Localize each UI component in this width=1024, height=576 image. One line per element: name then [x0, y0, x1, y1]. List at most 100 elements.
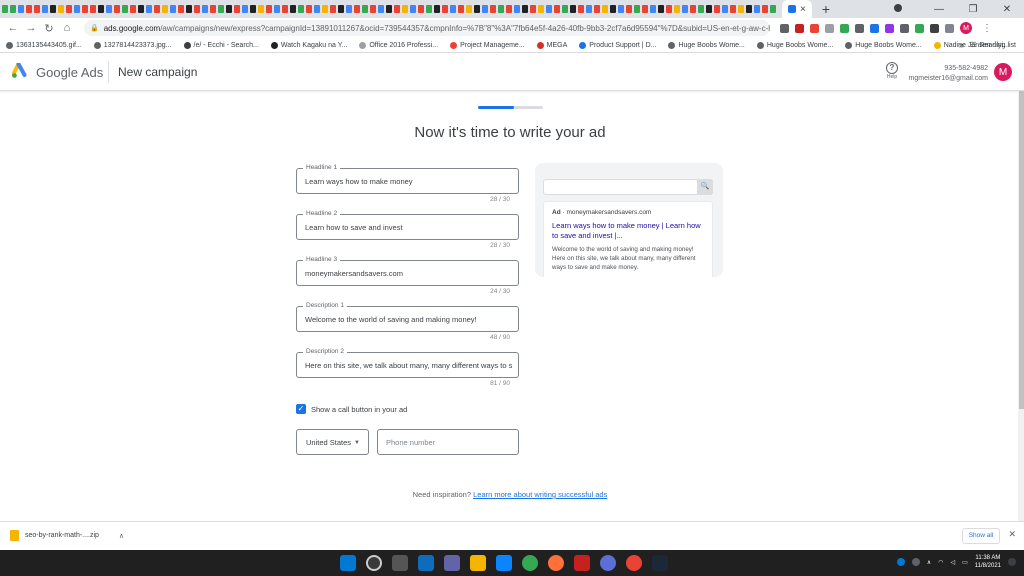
checkbox-checked-icon[interactable]: ✓ [296, 404, 306, 414]
tab-favicon[interactable] [186, 5, 192, 13]
tab-favicon[interactable] [418, 5, 424, 13]
edge-tray-icon[interactable] [896, 558, 905, 566]
account-avatar[interactable]: M [994, 63, 1012, 81]
search-icon[interactable] [366, 555, 382, 571]
minimize-icon[interactable]: — [922, 4, 956, 15]
tab-favicon[interactable] [722, 5, 728, 13]
tab-favicon[interactable] [746, 5, 752, 13]
task-view-icon[interactable] [392, 555, 408, 571]
tab-favicon[interactable] [346, 5, 352, 13]
extension-icon[interactable] [810, 23, 819, 33]
tab-favicon[interactable] [314, 5, 320, 13]
description-2-field[interactable]: Description 2 Here on this site, we talk… [296, 348, 519, 378]
tab-favicon[interactable] [442, 5, 448, 13]
pdf-reader-icon[interactable] [574, 555, 590, 571]
help-button[interactable]: ? Help [886, 62, 898, 80]
bookmark-item[interactable]: 1327814423373.jpg... [93, 41, 172, 49]
tab-favicon[interactable] [554, 5, 560, 13]
steam-icon[interactable] [652, 555, 668, 571]
extension-icon[interactable] [900, 23, 909, 33]
tab-favicon[interactable] [602, 5, 608, 13]
tab-favicon[interactable] [178, 5, 184, 13]
extension-icon[interactable] [915, 23, 924, 33]
profile-avatar[interactable]: M [960, 22, 972, 34]
tab-favicon[interactable] [26, 5, 32, 13]
tab-favicon[interactable] [290, 5, 296, 13]
tab-favicon[interactable] [634, 5, 640, 13]
field-value[interactable]: Welcome to the world of saving and makin… [305, 315, 514, 324]
chrome-profile-icon[interactable] [626, 555, 642, 571]
bookmark-item[interactable]: 1363135443405.gif... [6, 41, 82, 49]
tab-favicon[interactable] [378, 5, 384, 13]
field-value[interactable]: Here on this site, we talk about many, m… [305, 361, 514, 370]
writing-tips-link[interactable]: Learn more about writing successful ads [473, 490, 607, 499]
tab-favicon[interactable] [370, 5, 376, 13]
extension-icon[interactable] [825, 23, 834, 33]
app-icon[interactable] [600, 555, 616, 571]
tab-favicon[interactable] [434, 5, 440, 13]
bookmark-item[interactable]: Watch Kagaku na Y... [270, 41, 347, 49]
tab-favicon[interactable] [226, 5, 232, 13]
tab-favicon[interactable] [522, 5, 528, 13]
tab-favicon[interactable] [594, 5, 600, 13]
download-item[interactable]: seo-by-rank-math-....zip ∧ [10, 530, 124, 541]
brand-name[interactable]: Google Ads [36, 65, 103, 80]
home-icon[interactable]: ⌂ [58, 22, 76, 34]
tab-favicon[interactable] [170, 5, 176, 13]
tab-favicon[interactable] [122, 5, 128, 13]
bookmark-item[interactable]: Product Support | D... [579, 41, 656, 49]
volume-icon[interactable]: ◁ [950, 559, 955, 566]
tab-favicon[interactable] [458, 5, 464, 13]
extension-icon[interactable] [840, 23, 849, 33]
tab-favicon[interactable] [562, 5, 568, 13]
extensions-puzzle-icon[interactable] [930, 23, 939, 33]
browser-menu-icon[interactable]: ⋮ [982, 23, 992, 34]
tab-favicon[interactable] [666, 5, 672, 13]
tab-favicon[interactable] [690, 5, 696, 13]
reading-list-button[interactable]: ☰ Reading list [970, 41, 1016, 50]
tab-favicon[interactable] [330, 5, 336, 13]
tab-favicon[interactable] [266, 5, 272, 13]
tab-favicon[interactable] [10, 5, 16, 13]
tab-favicon[interactable] [202, 5, 208, 13]
teams-chat-icon[interactable] [444, 555, 460, 571]
headline-1-field[interactable]: Headline 1 Learn ways how to make money [296, 164, 519, 194]
tab-favicon[interactable] [66, 5, 72, 13]
tab-favicon[interactable] [626, 5, 632, 13]
tab-favicon[interactable] [682, 5, 688, 13]
tab-favicon[interactable] [146, 5, 152, 13]
tab-favicon[interactable] [194, 5, 200, 13]
close-window-icon[interactable]: ✕ [990, 4, 1024, 15]
notification-icon[interactable] [1008, 558, 1016, 566]
active-tab[interactable]: × [782, 0, 812, 18]
mail-icon[interactable] [496, 555, 512, 571]
tab-favicon[interactable] [754, 5, 760, 13]
system-clock[interactable]: 11:38 AM 11/8/2021 [975, 554, 1001, 570]
tab-favicon[interactable] [282, 5, 288, 13]
tab-favicon[interactable] [642, 5, 648, 13]
checkbox-label[interactable]: Show a call button in your ad [311, 405, 407, 414]
tab-favicon[interactable] [730, 5, 736, 13]
windows-start-icon[interactable] [340, 555, 356, 571]
firefox-icon[interactable] [548, 555, 564, 571]
tab-favicon[interactable] [274, 5, 280, 13]
tab-favicon[interactable] [90, 5, 96, 13]
tab-favicon[interactable] [34, 5, 40, 13]
back-icon[interactable]: ← [4, 22, 22, 34]
tab-favicon[interactable] [106, 5, 112, 13]
tab-favicon[interactable] [42, 5, 48, 13]
battery-icon[interactable]: ▭ [962, 559, 968, 566]
tab-favicon[interactable] [218, 5, 224, 13]
headline-2-field[interactable]: Headline 2 Learn how to save and invest [296, 210, 519, 240]
tab-favicon[interactable] [130, 5, 136, 13]
bookmark-item[interactable]: Huge Boobs Wome... [756, 41, 833, 49]
tab-favicon[interactable] [402, 5, 408, 13]
account-info[interactable]: 935-582-4982 mgmeister16@gmail.com [909, 64, 988, 84]
tab-favicon[interactable] [506, 5, 512, 13]
tab-favicon[interactable] [2, 5, 8, 13]
tab-favicon[interactable] [98, 5, 104, 13]
tab-favicon[interactable] [338, 5, 344, 13]
media-icon[interactable] [945, 23, 954, 33]
bookmark-item[interactable]: Project Manageme... [450, 41, 525, 49]
tab-favicon[interactable] [466, 5, 472, 13]
